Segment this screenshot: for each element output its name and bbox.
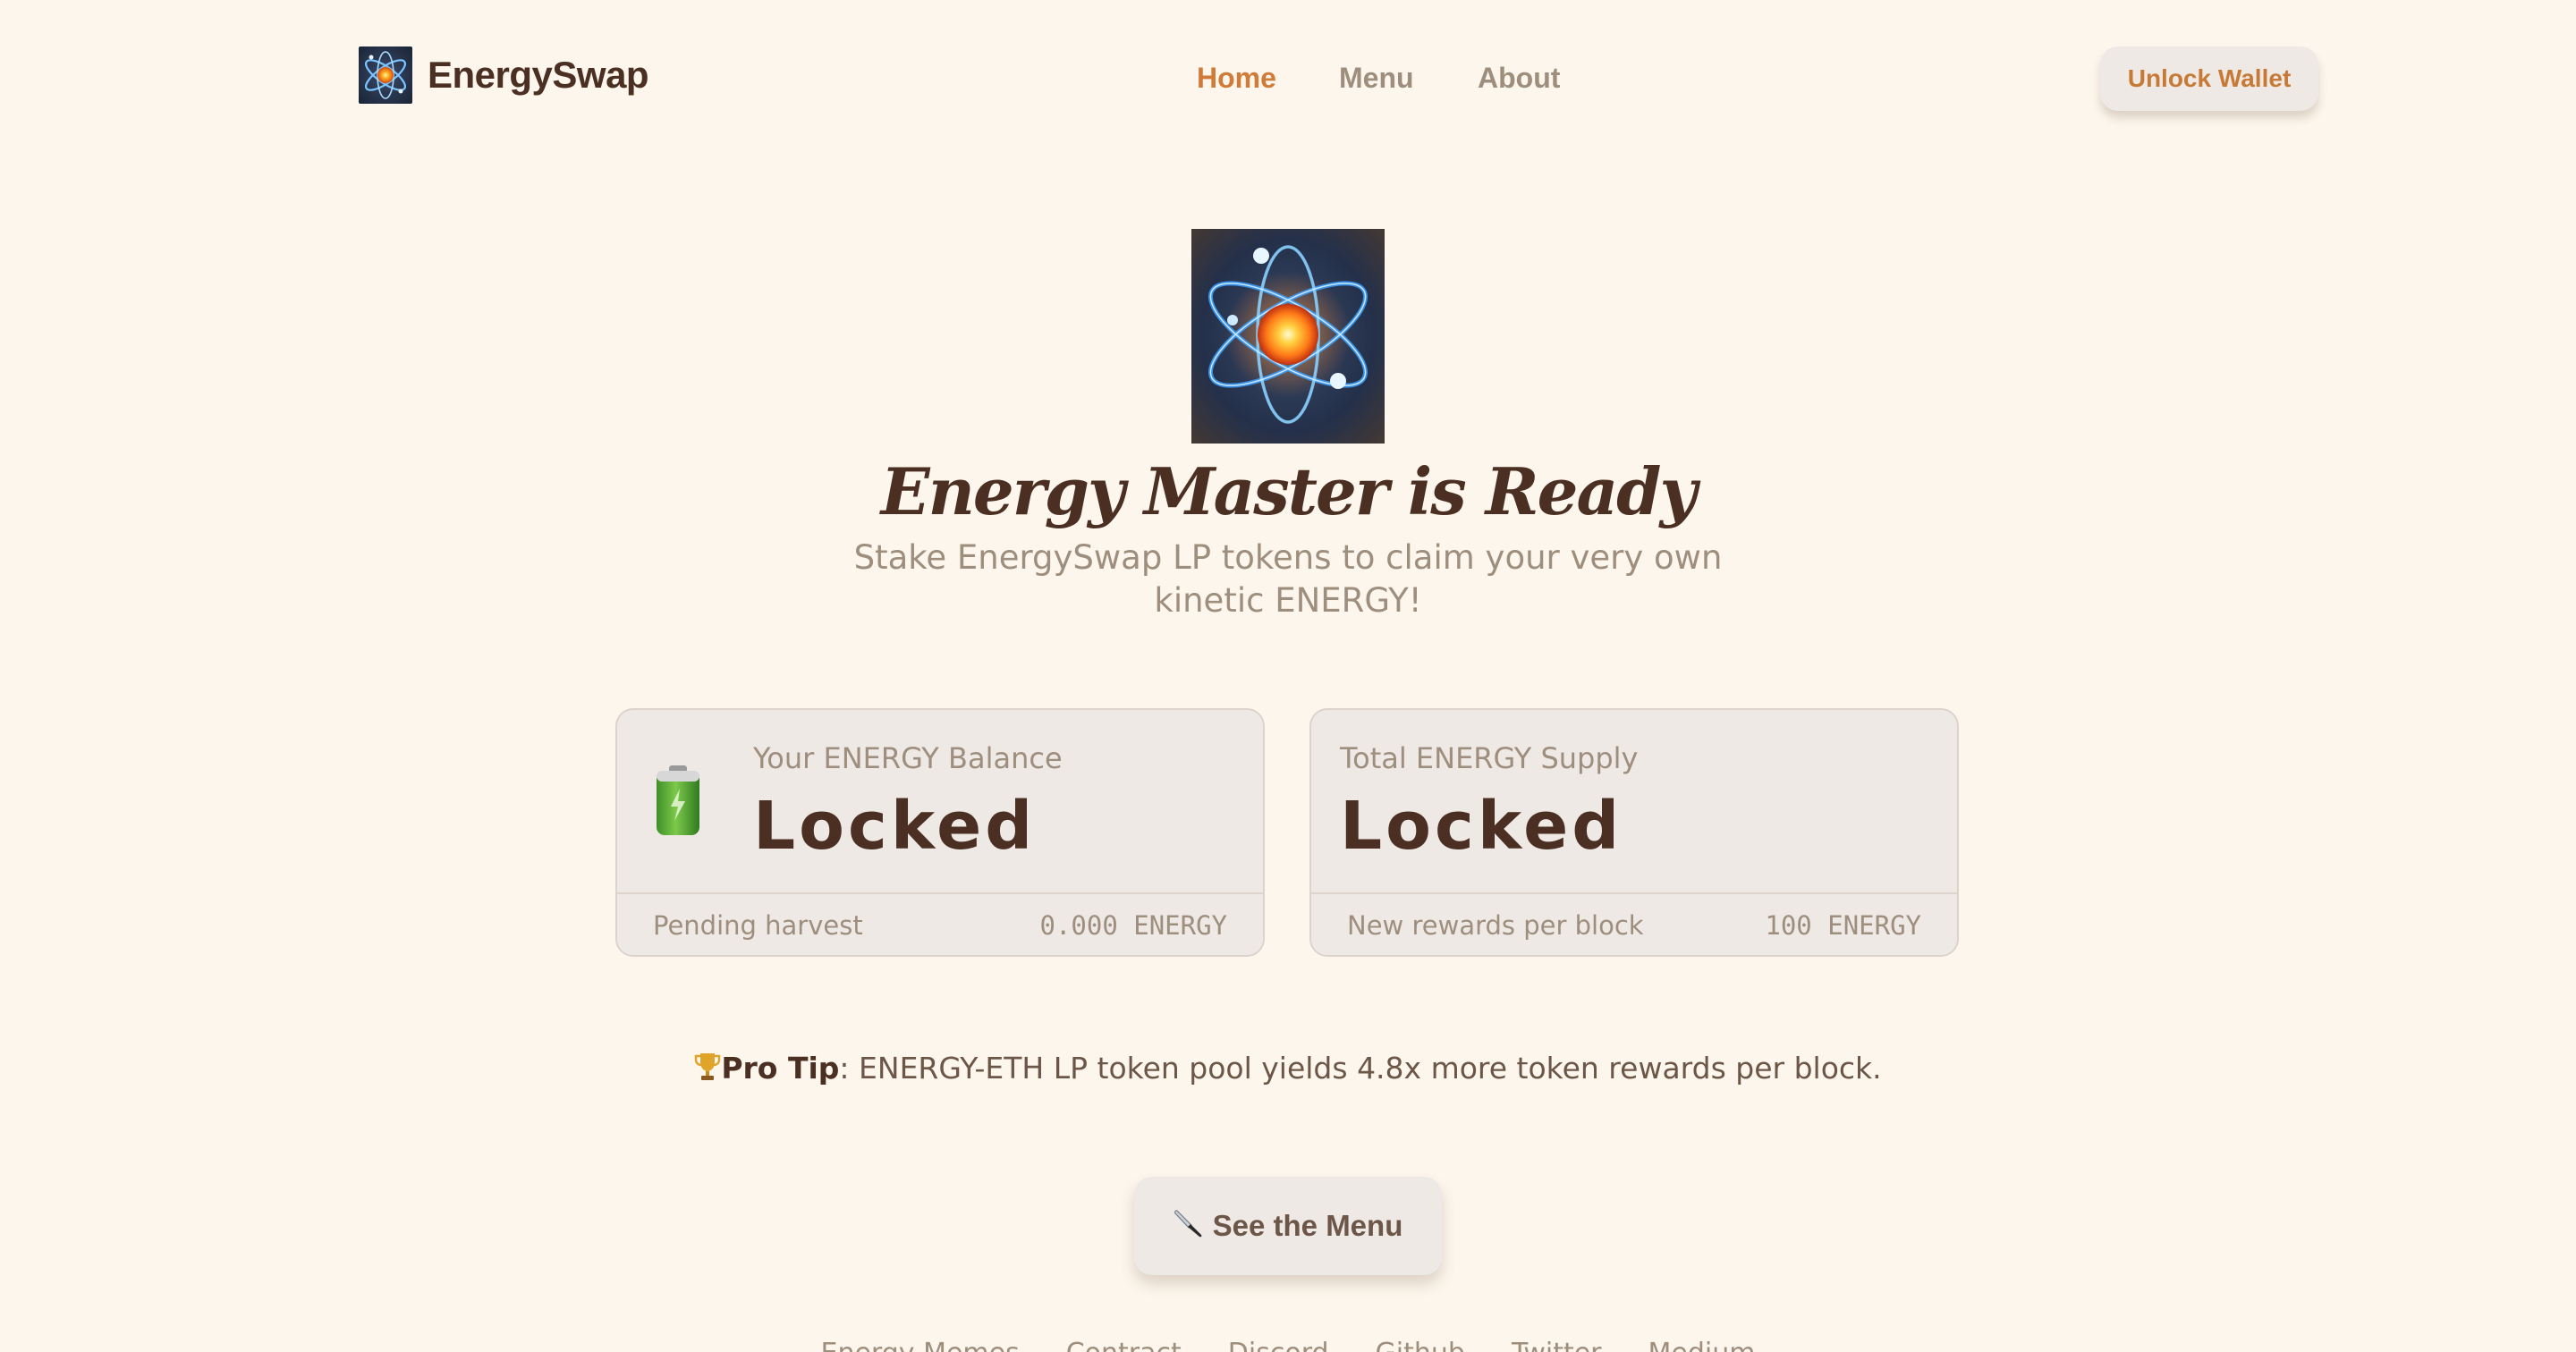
knife-icon bbox=[1174, 1210, 1202, 1238]
supply-value: Locked bbox=[1340, 788, 1623, 865]
atom-hero-image bbox=[1191, 229, 1385, 444]
see-menu-button[interactable]: See the Menu bbox=[1134, 1177, 1442, 1275]
footer-link-github[interactable]: Github bbox=[1376, 1338, 1465, 1352]
pending-harvest-label: Pending harvest bbox=[653, 910, 863, 941]
nav-about[interactable]: About bbox=[1478, 55, 1560, 100]
unlock-wallet-button[interactable]: Unlock Wallet bbox=[2100, 46, 2318, 111]
nav-home[interactable]: Home bbox=[1197, 55, 1276, 100]
battery-icon bbox=[657, 765, 699, 835]
footer-links: Energy Memes Contract Discord Github Twitter… bbox=[0, 1336, 2576, 1352]
footer-link-energy-memes[interactable]: Energy Memes bbox=[821, 1338, 1020, 1352]
logo-link[interactable]: EnergySwap bbox=[359, 46, 649, 105]
hero-subtitle: Stake EnergySwap LP tokens to claim your… bbox=[853, 538, 1723, 620]
balance-card: Your ENERGY Balance Locked Pending harve… bbox=[615, 708, 1265, 957]
supply-card-footer: New rewards per block 100 ENERGY bbox=[1311, 892, 1957, 955]
logo-text: EnergySwap bbox=[428, 54, 649, 96]
supply-label: Total ENERGY Supply bbox=[1340, 741, 1639, 775]
pro-tip-text: : ENERGY-ETH LP token pool yields 4.8x m… bbox=[839, 1051, 1882, 1086]
balance-card-footer: Pending harvest 0.000 ENERGY bbox=[617, 892, 1263, 955]
pro-tip: Pro Tip: ENERGY-ETH LP token pool yields… bbox=[0, 1046, 2576, 1091]
rewards-per-block-value: 100 ENERGY bbox=[1765, 910, 1921, 941]
rewards-per-block-label: New rewards per block bbox=[1347, 910, 1644, 941]
hero-title: Energy Master is Ready bbox=[880, 453, 1698, 529]
nav-menu[interactable]: Menu bbox=[1339, 55, 1414, 100]
footer-link-medium[interactable]: Medium bbox=[1648, 1338, 1756, 1352]
balance-label: Your ENERGY Balance bbox=[753, 741, 1063, 775]
supply-card: Total ENERGY Supply Locked New rewards p… bbox=[1309, 708, 1959, 957]
balance-value: Locked bbox=[753, 788, 1037, 865]
trophy-icon bbox=[695, 1053, 721, 1080]
see-menu-label: See the Menu bbox=[1212, 1209, 1403, 1242]
page: EnergySwap Home Menu About Unlock Wallet bbox=[0, 0, 2576, 1352]
pro-tip-title: Pro Tip bbox=[721, 1051, 840, 1086]
footer-link-contract[interactable]: Contract bbox=[1066, 1338, 1182, 1352]
pending-harvest-value: 0.000 ENERGY bbox=[1039, 910, 1227, 941]
footer-link-discord[interactable]: Discord bbox=[1228, 1338, 1329, 1352]
footer-link-twitter[interactable]: Twitter bbox=[1512, 1338, 1602, 1352]
atom-logo-icon bbox=[359, 46, 412, 104]
